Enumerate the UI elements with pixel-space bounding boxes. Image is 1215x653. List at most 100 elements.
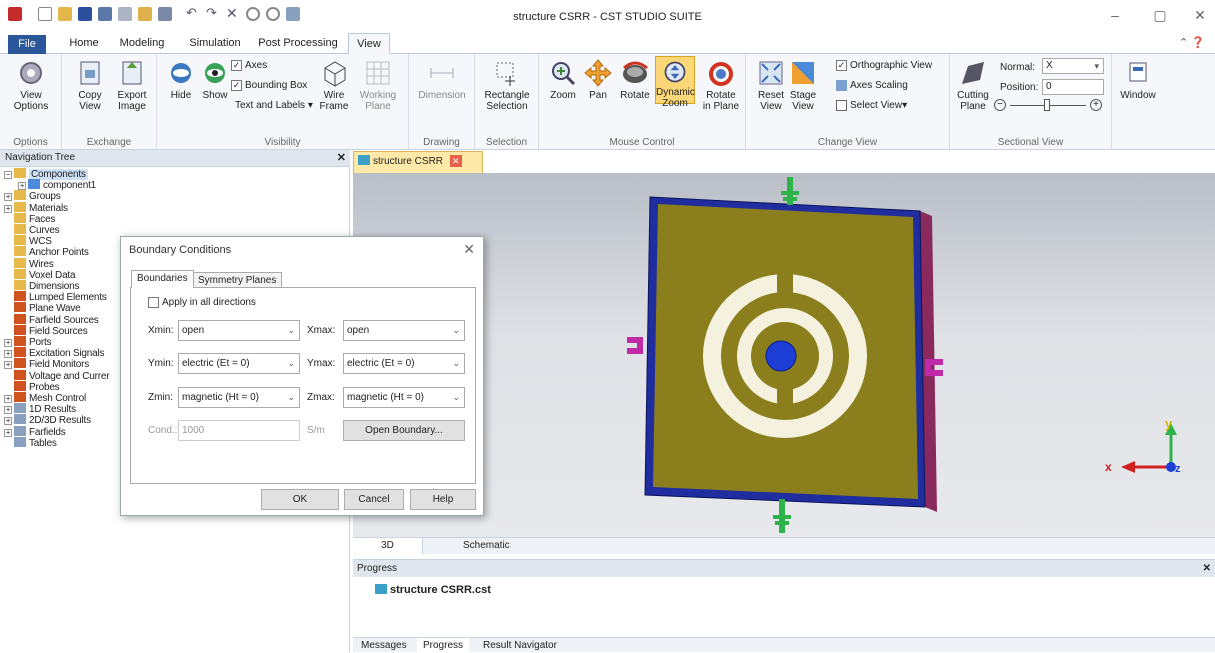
zmin-select[interactable]: magnetic (Ht = 0) ⌄ — [178, 387, 300, 408]
cutting-plane-button[interactable]: Cutting Plane — [956, 58, 990, 112]
cancel-button[interactable]: Cancel — [344, 489, 404, 510]
minimize-button[interactable]: – — [1105, 6, 1125, 24]
tree-item[interactable]: Voltage and Currer — [14, 369, 110, 382]
tree-item[interactable]: Dimensions — [14, 280, 79, 292]
tree-item[interactable]: Farfield Sources — [14, 313, 99, 326]
tree-item[interactable]: + Materials — [4, 201, 68, 214]
tab-file[interactable]: File — [8, 35, 46, 54]
working-plane-button[interactable]: Working Plane — [353, 58, 403, 112]
zmax-select[interactable]: magnetic (Ht = 0) ⌄ — [343, 387, 465, 408]
orthographic-view-toggle[interactable]: ✓ Orthographic View — [836, 60, 932, 71]
document-tab[interactable]: structure CSRR ✕ — [353, 151, 483, 173]
collapse-icon[interactable]: − — [4, 171, 12, 179]
close-icon[interactable]: ✕ — [463, 241, 475, 258]
axes-checkbox[interactable]: ✓ — [231, 60, 242, 71]
expand-icon[interactable]: + — [4, 395, 12, 403]
tab-result-navigator[interactable]: Result Navigator — [483, 640, 557, 651]
orthographic-checkbox[interactable]: ✓ — [836, 60, 847, 71]
view-options-button[interactable]: View Options — [4, 58, 58, 112]
hide-button[interactable]: Hide — [165, 58, 197, 101]
tree-item[interactable]: Probes — [14, 380, 60, 393]
axes-toggle[interactable]: ✓ Axes — [231, 60, 267, 71]
tree-item[interactable]: Faces — [14, 212, 55, 225]
dynamic-zoom-button[interactable]: Dynamic Zoom — [655, 56, 695, 109]
tree-item[interactable]: Field Sources — [14, 324, 88, 337]
tree-item[interactable]: WCS — [14, 235, 52, 247]
tree-item[interactable]: Voxel Data — [14, 268, 76, 281]
plus-icon[interactable]: + — [1090, 99, 1102, 111]
expand-icon[interactable]: + — [4, 193, 12, 202]
close-tab-icon[interactable]: ✕ — [449, 155, 462, 167]
help-icon[interactable]: ⌃ ❓ — [1172, 33, 1212, 54]
open-boundary-button[interactable]: Open Boundary... — [343, 420, 465, 441]
expand-icon[interactable]: + — [4, 428, 12, 437]
tab-3d[interactable]: 3D — [353, 538, 423, 554]
xmin-select[interactable]: open ⌄ — [178, 320, 300, 341]
tree-item[interactable]: Curves — [14, 224, 60, 236]
xmax-select[interactable]: open ⌄ — [343, 320, 465, 341]
rotate-button[interactable]: Rotate — [617, 58, 653, 101]
text-labels-dropdown[interactable]: Text and Labels ▾ — [235, 100, 313, 111]
tab-view[interactable]: View — [348, 33, 390, 54]
tree-item[interactable]: + Ports — [4, 336, 52, 348]
tree-item[interactable]: Tables — [14, 436, 57, 449]
reset-view-button[interactable]: Reset View — [756, 58, 786, 112]
tab-home[interactable]: Home — [64, 33, 104, 54]
tree-item[interactable]: Plane Wave — [14, 302, 81, 314]
tree-item[interactable]: − Components — [4, 168, 88, 180]
slider-thumb[interactable] — [1044, 99, 1050, 111]
tab-modeling[interactable]: Modeling — [116, 33, 168, 54]
expand-icon[interactable]: + — [4, 339, 12, 347]
position-input[interactable]: 0 — [1042, 79, 1104, 95]
ymin-select[interactable]: electric (Et = 0) ⌄ — [178, 353, 300, 374]
stage-view-button[interactable]: Stage View — [788, 58, 818, 112]
tree-item[interactable]: + Groups — [4, 190, 61, 202]
tree-item[interactable]: +1D Results — [4, 403, 76, 415]
axes-scaling-button[interactable]: Axes Scaling — [836, 80, 908, 91]
tab-boundaries[interactable]: Boundaries — [131, 270, 194, 288]
tree-item[interactable]: + Excitation Signals — [4, 347, 105, 359]
tree-item[interactable]: + Field Monitors — [4, 358, 89, 370]
tree-item[interactable]: +2D/3D Results — [4, 414, 91, 426]
tree-item[interactable]: + component1 — [18, 179, 96, 191]
tab-messages[interactable]: Messages — [361, 640, 407, 651]
help-button[interactable]: Help — [410, 489, 476, 510]
copy-view-button[interactable]: Copy View — [74, 58, 106, 112]
dimension-button[interactable]: Dimension — [414, 58, 470, 101]
bounding-box-checkbox[interactable]: ✓ — [231, 80, 242, 91]
expand-icon[interactable]: + — [4, 361, 12, 370]
expand-icon[interactable]: + — [18, 182, 26, 191]
select-view-dropdown[interactable]: Select View▾ — [836, 100, 907, 111]
show-button[interactable]: Show — [199, 58, 231, 101]
rotate-in-plane-button[interactable]: Rotate in Plane — [701, 58, 741, 112]
window-button[interactable]: Window — [1116, 58, 1160, 101]
tree-item[interactable]: Lumped Elements — [14, 291, 107, 303]
close-window-button[interactable]: ✕ — [1190, 6, 1210, 24]
tab-simulation[interactable]: Simulation — [186, 33, 244, 54]
tab-schematic[interactable]: Schematic — [463, 540, 510, 551]
tab-progress[interactable]: Progress — [417, 638, 470, 653]
maximize-button[interactable]: ▢ — [1150, 6, 1170, 24]
tree-item[interactable]: Wires — [14, 257, 54, 270]
close-icon[interactable]: ✕ — [337, 150, 346, 166]
ok-button[interactable]: OK — [261, 489, 339, 510]
expand-icon[interactable]: + — [4, 406, 12, 415]
tab-post-processing[interactable]: Post Processing — [258, 33, 338, 54]
pan-button[interactable]: Pan — [583, 58, 613, 101]
tree-item[interactable]: + Mesh Control — [4, 392, 86, 404]
apply-all-toggle[interactable]: Apply in all directions — [148, 297, 256, 308]
bounding-box-toggle[interactable]: ✓ Bounding Box — [231, 80, 307, 91]
minus-icon[interactable]: − — [994, 99, 1006, 111]
expand-icon[interactable]: + — [4, 204, 12, 213]
zoom-button[interactable]: Zoom — [547, 58, 579, 101]
wire-frame-button[interactable]: Wire Frame — [317, 58, 351, 112]
rectangle-selection-button[interactable]: Rectangle Selection — [479, 58, 535, 112]
normal-select[interactable]: X ▾ — [1042, 58, 1104, 74]
apply-all-checkbox[interactable] — [148, 297, 159, 308]
tree-item[interactable]: + Farfields — [4, 425, 66, 438]
close-icon[interactable]: ✕ — [1203, 560, 1211, 577]
position-slider[interactable]: − + — [994, 98, 1106, 112]
cond-input[interactable]: 1000 — [178, 420, 300, 441]
expand-icon[interactable]: + — [4, 417, 12, 426]
ymax-select[interactable]: electric (Et = 0) ⌄ — [343, 353, 465, 374]
